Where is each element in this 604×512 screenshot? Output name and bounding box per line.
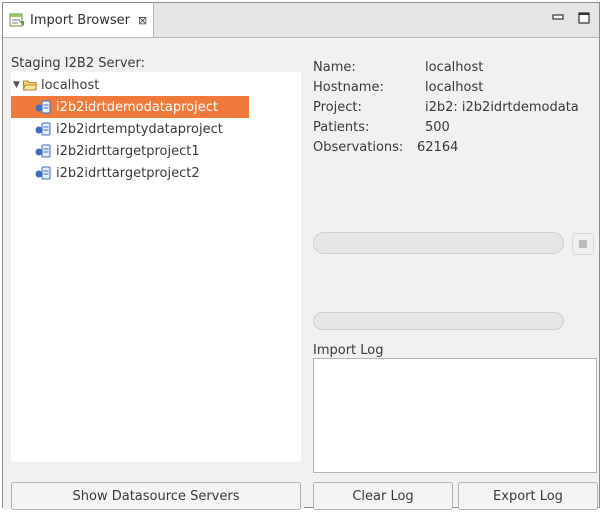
patients-label: Patients: [313, 120, 370, 135]
observations-label: Observations: [313, 140, 404, 155]
tree-item-label: i2b2idrttargetproject1 [56, 143, 200, 159]
tree-item-localhost[interactable]: ▼ localhost [11, 74, 99, 96]
tree-item-label: localhost [41, 77, 100, 93]
folder-open-icon [22, 80, 38, 91]
project-details-panel: Name: localhost Hostname: localhost Projec… [309, 38, 601, 510]
tree-item-label: i2b2idrtdemodataproject [56, 99, 218, 115]
view-tabbar: Import Browser ⊠ [3, 3, 599, 38]
hostname-label: Hostname: [313, 80, 384, 95]
project-row: Project: i2b2: i2b2idrtdemodata [313, 100, 579, 115]
tab-title: Import Browser [30, 12, 130, 28]
staging-server-label: Staging I2B2 Server: [11, 56, 146, 71]
patients-row: Patients: 500 [313, 120, 450, 135]
import-browser-view: Import Browser ⊠ Staging I2B2 Server: ▼ … [2, 2, 601, 510]
maximize-icon[interactable] [577, 11, 591, 25]
name-label: Name: [313, 60, 356, 75]
staging-server-panel: Staging I2B2 Server: ▼ localhost i2b2idr… [3, 38, 304, 510]
observations-value: 62164 [417, 140, 459, 155]
tab-close-icon[interactable]: ⊠ [138, 14, 147, 27]
tree-item-project[interactable]: i2b2idrttargetproject1 [11, 140, 200, 162]
clear-log-button[interactable]: Clear Log [313, 482, 453, 510]
import-progress-bar [313, 232, 564, 254]
show-datasource-servers-button[interactable]: Show Datasource Servers [11, 482, 301, 510]
tree-item-label: i2b2idrtemptydataproject [56, 121, 223, 137]
import-log-label: Import Log [313, 343, 384, 358]
minimize-icon[interactable] [551, 11, 565, 25]
name-value: localhost [425, 60, 484, 75]
stop-import-button[interactable] [572, 233, 594, 255]
export-log-button[interactable]: Export Log [458, 482, 598, 510]
database-project-icon [35, 122, 51, 136]
server-tree[interactable]: ▼ localhost i2b2idrtdemodataproject i2b2… [11, 72, 301, 462]
import-browser-icon [9, 12, 25, 28]
observations-row: Observations: 62164 [313, 140, 458, 155]
project-label: Project: [313, 100, 362, 115]
database-project-icon [35, 144, 51, 158]
tab-import-browser[interactable]: Import Browser ⊠ [3, 3, 154, 37]
name-row: Name: localhost [313, 60, 483, 75]
tree-item-project[interactable]: i2b2idrtemptydataproject [11, 118, 223, 140]
database-project-icon [35, 100, 51, 114]
secondary-progress-bar [313, 312, 564, 330]
tree-item-project[interactable]: i2b2idrttargetproject2 [11, 162, 200, 184]
project-value: i2b2: i2b2idrtdemodata [425, 100, 579, 115]
expand-arrow-icon[interactable]: ▼ [13, 80, 23, 90]
tree-item-project[interactable]: i2b2idrtdemodataproject [11, 96, 249, 118]
database-project-icon [35, 166, 51, 180]
hostname-row: Hostname: localhost [313, 80, 483, 95]
import-log-textarea[interactable] [313, 358, 597, 473]
hostname-value: localhost [425, 80, 484, 95]
patients-value: 500 [425, 120, 450, 135]
tree-item-label: i2b2idrttargetproject2 [56, 165, 200, 181]
stop-icon [579, 240, 587, 248]
